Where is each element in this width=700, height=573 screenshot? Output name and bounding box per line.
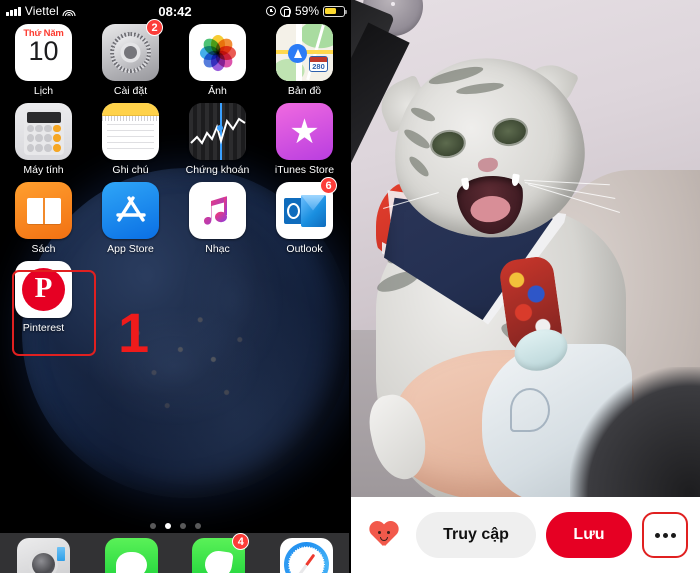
more-dots-icon bbox=[670, 532, 676, 538]
highlight-box-pinterest bbox=[12, 270, 96, 356]
battery-percent-label: 59% bbox=[294, 4, 319, 18]
itunes-store-star-icon: ★ bbox=[276, 103, 333, 160]
safari-compass-icon bbox=[279, 538, 333, 573]
stocks-icon bbox=[189, 103, 246, 160]
calendar-icon: Thứ Năm 10 bbox=[15, 24, 72, 81]
app-icon-notes[interactable] bbox=[102, 103, 159, 160]
app-icon-music[interactable] bbox=[189, 182, 246, 239]
rotation-lock-icon bbox=[279, 5, 291, 17]
dock: 4 bbox=[0, 533, 350, 573]
app-cell-itunes-store[interactable]: ★ iTunes Store bbox=[264, 103, 345, 176]
app-label: Cài đặt bbox=[113, 85, 148, 97]
status-bar-right: 59% bbox=[265, 4, 347, 18]
app-row: Máy tính Ghi chú Chứng khoán ★ iTunes St… bbox=[0, 103, 350, 176]
pinterest-pin-screen: 2 Truy cập Lưu bbox=[350, 0, 700, 573]
app-label: iTunes Store bbox=[274, 164, 335, 176]
tutorial-screenshot: Viettel 08:42 59% Thứ Năm 10 Lịch 2 Cài … bbox=[0, 0, 700, 573]
app-icon-calculator[interactable] bbox=[15, 103, 72, 160]
app-label: Chứng khoán bbox=[185, 164, 250, 176]
step-number-1: 1 bbox=[118, 301, 150, 364]
app-cell-photos[interactable]: Ảnh bbox=[177, 24, 258, 97]
app-label: Outlook bbox=[286, 243, 323, 255]
panel-divider bbox=[349, 0, 351, 573]
books-icon bbox=[15, 182, 72, 239]
page-dot-active[interactable] bbox=[164, 523, 171, 529]
dock-item-messages[interactable] bbox=[104, 538, 158, 573]
smiling-heart-icon bbox=[369, 522, 399, 549]
dock-item-camera[interactable] bbox=[17, 538, 71, 573]
app-icon-app-store[interactable] bbox=[102, 182, 159, 239]
app-icon-maps[interactable]: 280 bbox=[276, 24, 333, 81]
app-icon-outlook[interactable]: 6 bbox=[276, 177, 337, 239]
notes-icon bbox=[102, 103, 159, 160]
app-icon-stocks[interactable] bbox=[189, 103, 246, 160]
more-dots-icon bbox=[654, 532, 660, 538]
app-cell-stocks[interactable]: Chứng khoán bbox=[177, 103, 258, 176]
app-cell-outlook[interactable]: 6 Outlook bbox=[264, 177, 345, 255]
iphone-home-screen: Viettel 08:42 59% Thứ Năm 10 Lịch 2 Cài … bbox=[0, 0, 350, 573]
app-cell-calculator[interactable]: Máy tính bbox=[3, 103, 84, 176]
app-icon-calendar[interactable]: Thứ Năm 10 bbox=[15, 24, 72, 81]
reaction-button[interactable] bbox=[362, 513, 406, 557]
photos-flower-icon bbox=[189, 24, 246, 81]
calendar-day-number: 10 bbox=[28, 36, 59, 66]
app-cell-settings[interactable]: 2 Cài đặt bbox=[90, 19, 171, 97]
app-label: Ghi chú bbox=[112, 164, 149, 176]
pin-photo-cat-in-car[interactable] bbox=[350, 0, 700, 497]
dock-item-phone[interactable]: 4 bbox=[192, 533, 250, 573]
app-cell-notes[interactable]: Ghi chú bbox=[90, 103, 171, 176]
app-label: Ảnh bbox=[208, 85, 227, 97]
photo-shadow-corner bbox=[570, 367, 700, 497]
app-cell-app-store[interactable]: App Store bbox=[90, 182, 171, 255]
status-badge: 6 bbox=[320, 177, 337, 194]
app-row: Thứ Năm 10 Lịch 2 Cài đặt Ảnh 280 Bản đồ bbox=[0, 19, 350, 97]
navigation-arrow-icon bbox=[288, 44, 307, 63]
app-cell-books[interactable]: Sách bbox=[3, 182, 84, 255]
highway-shield: 280 bbox=[309, 56, 328, 72]
app-icon-photos[interactable] bbox=[189, 24, 246, 81]
dock-item-safari[interactable] bbox=[279, 538, 333, 573]
maps-icon: 280 bbox=[276, 24, 333, 81]
app-label: Sách bbox=[31, 243, 56, 255]
status-badge: 4 bbox=[232, 533, 250, 550]
more-dots-icon bbox=[662, 532, 668, 538]
music-note-icon bbox=[189, 182, 246, 239]
app-label: Máy tính bbox=[23, 164, 64, 176]
app-store-icon bbox=[102, 182, 159, 239]
app-cell-maps[interactable]: 280 Bản đồ bbox=[264, 24, 345, 97]
calculator-icon bbox=[15, 103, 72, 160]
page-dot[interactable] bbox=[149, 523, 156, 529]
app-cell-music[interactable]: Nhạc bbox=[177, 182, 258, 255]
page-dot[interactable] bbox=[194, 523, 201, 529]
app-icon-itunes-store[interactable]: ★ bbox=[276, 103, 333, 160]
alarm-clock-icon bbox=[265, 6, 276, 16]
save-button[interactable]: Lưu bbox=[546, 512, 632, 558]
app-label: App Store bbox=[107, 243, 154, 255]
app-label: Nhạc bbox=[205, 243, 230, 255]
camera-icon bbox=[17, 538, 71, 573]
pin-action-bar: Truy cập Lưu bbox=[350, 497, 700, 573]
page-indicator-dots[interactable] bbox=[0, 523, 350, 529]
messages-icon bbox=[104, 538, 158, 573]
app-cell-calendar[interactable]: Thứ Năm 10 Lịch bbox=[3, 24, 84, 97]
app-icon-settings[interactable]: 2 bbox=[102, 19, 163, 81]
visit-button[interactable]: Truy cập bbox=[416, 512, 536, 558]
app-row: Sách App Store Nhạc 6 Outlook bbox=[0, 177, 350, 255]
app-label: Bản đồ bbox=[287, 85, 322, 97]
more-options-button[interactable] bbox=[642, 512, 688, 558]
app-label: Lịch bbox=[33, 85, 54, 97]
status-bar: Viettel 08:42 59% bbox=[0, 0, 350, 22]
page-dot[interactable] bbox=[179, 523, 186, 529]
app-icon-books[interactable] bbox=[15, 182, 72, 239]
battery-icon bbox=[323, 5, 347, 17]
